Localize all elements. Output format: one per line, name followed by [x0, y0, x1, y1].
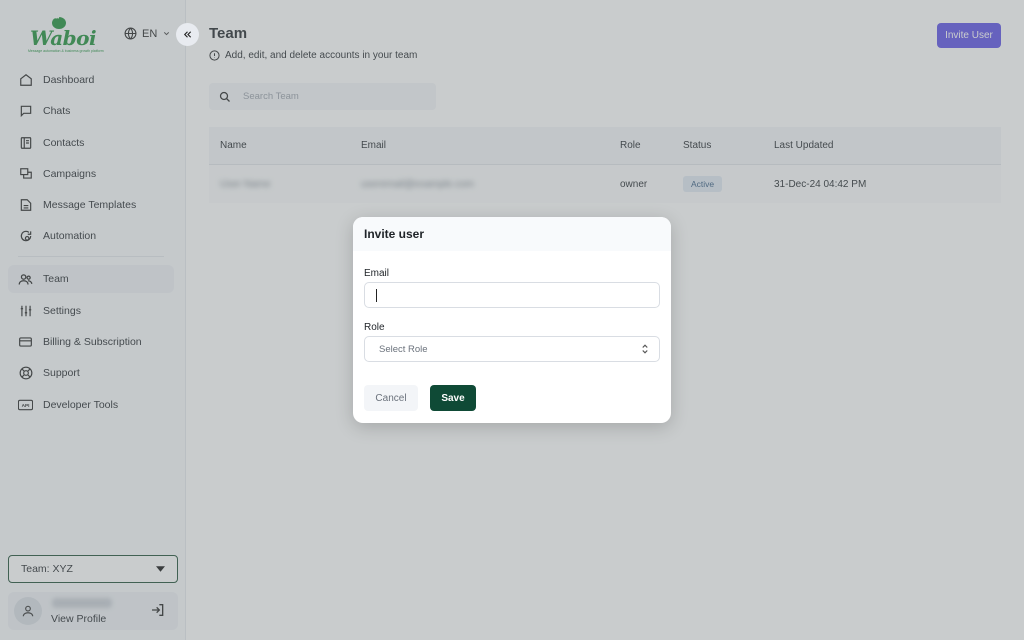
role-select[interactable]: Select Role	[364, 336, 660, 362]
save-button[interactable]: Save	[430, 385, 476, 411]
email-label: Email	[364, 268, 390, 279]
cancel-button[interactable]: Cancel	[364, 385, 418, 411]
email-input[interactable]	[365, 283, 659, 307]
collapse-sidebar-button[interactable]	[176, 23, 199, 46]
modal-title: Invite user	[353, 217, 671, 251]
role-label: Role	[364, 322, 385, 333]
chevron-up-down-icon	[642, 344, 648, 354]
double-chevron-left-icon	[183, 31, 192, 38]
email-field[interactable]	[364, 282, 660, 308]
invite-user-modal: Invite user Email Role Select Role Cance…	[353, 217, 671, 423]
role-select-placeholder: Select Role	[379, 343, 428, 355]
text-cursor	[376, 289, 378, 302]
